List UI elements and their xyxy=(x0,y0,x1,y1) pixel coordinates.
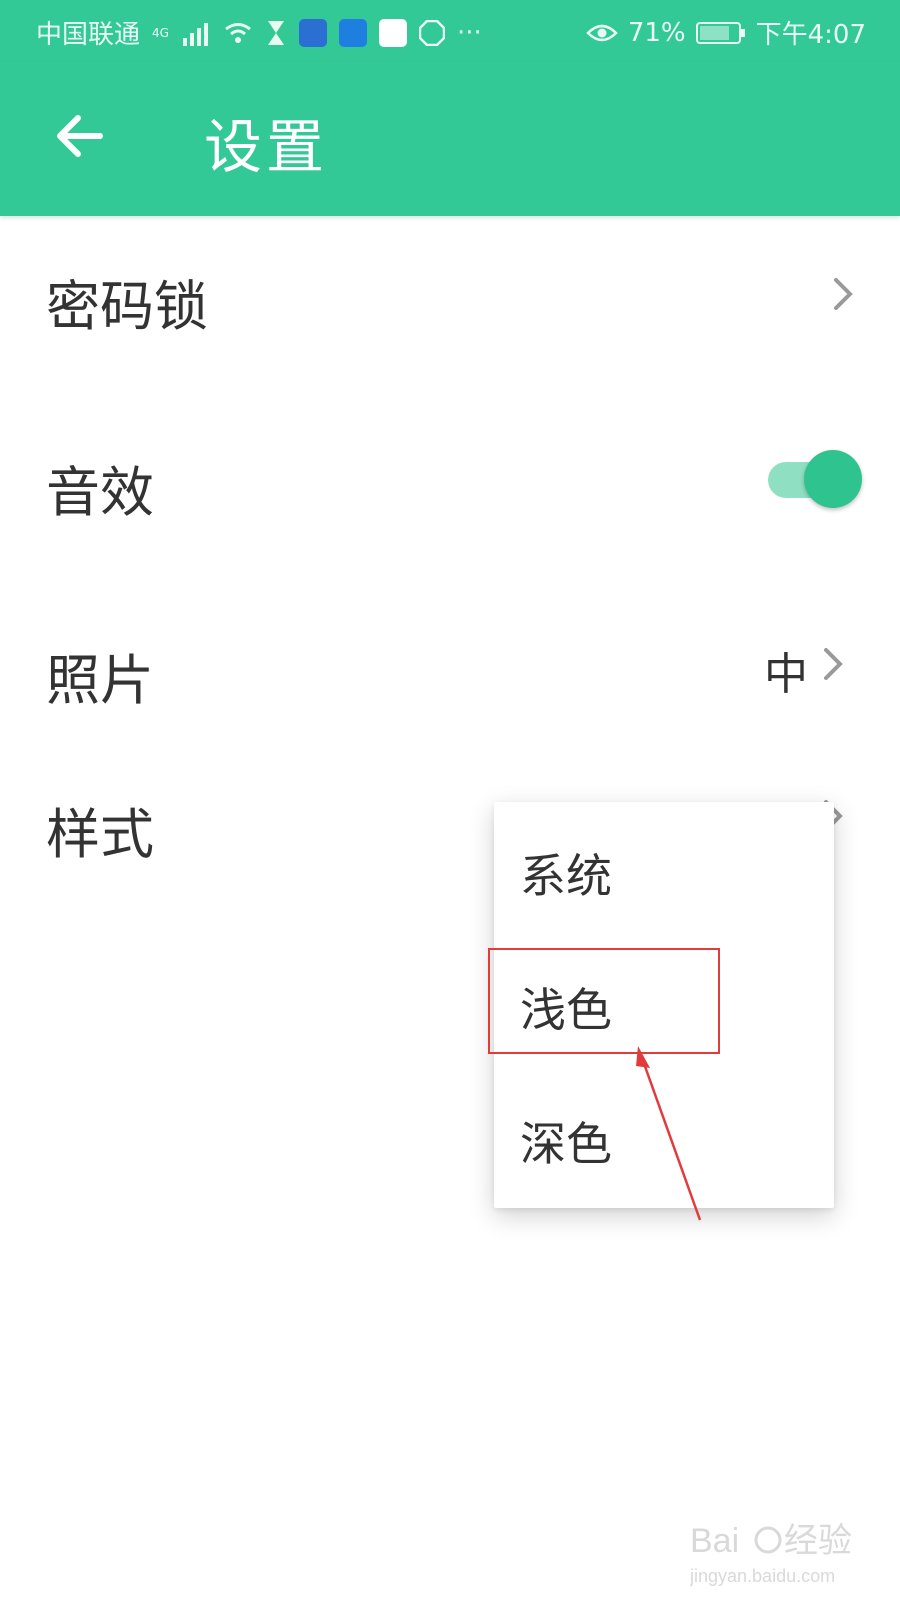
app-bar: 设置 xyxy=(0,62,900,216)
app-notification-icon xyxy=(338,18,367,47)
settings-item-label: 样式 xyxy=(46,803,154,866)
battery-percent: 71% xyxy=(627,17,686,48)
svg-text:经验: 经验 xyxy=(784,1522,852,1560)
wifi-icon xyxy=(225,22,251,43)
settings-item-photo[interactable]: 照片 中 xyxy=(0,600,900,730)
app-notification-icon xyxy=(378,18,407,47)
settings-item-sound-effects: 音效 xyxy=(0,412,900,542)
settings-item-label: 音效 xyxy=(46,461,154,524)
status-left: 中国联通 4G ··· xyxy=(36,14,482,51)
settings-item-password-lock[interactable]: 密码锁 xyxy=(0,226,900,356)
photo-quality-value: 中 xyxy=(764,649,808,700)
chevron-right-icon xyxy=(834,278,853,310)
settings-item-label: 密码锁 xyxy=(46,275,208,338)
menu-item-label: 深色 xyxy=(520,1117,612,1171)
toggle-knob xyxy=(804,450,862,508)
status-bar: 中国联通 4G ··· 71% 下午4:07 xyxy=(0,0,900,62)
sound-effects-toggle[interactable] xyxy=(768,450,862,508)
hourglass-icon xyxy=(267,20,284,45)
network-type: 4G xyxy=(152,25,169,40)
more-notifications: ··· xyxy=(456,17,482,48)
annotation-arrow-icon xyxy=(636,1046,702,1221)
chevron-right-icon xyxy=(824,648,843,680)
svg-text:jingyan.baidu.com: jingyan.baidu.com xyxy=(690,1566,835,1586)
annotation-highlight-box xyxy=(488,948,720,1054)
battery-icon xyxy=(695,21,745,44)
clock: 下午4:07 xyxy=(755,20,866,50)
app-notification-icon xyxy=(298,18,327,47)
eye-icon xyxy=(586,24,618,41)
settings-item-label: 照片 xyxy=(46,649,154,712)
menu-item-label: 系统 xyxy=(520,849,612,903)
menu-item-system[interactable]: 系统 xyxy=(494,802,834,934)
baidu-jingyan-watermark-icon: Bai 经验 jingyan.baidu.com xyxy=(690,1522,852,1586)
hand-icon xyxy=(418,19,445,46)
svg-text:Bai: Bai xyxy=(690,1522,739,1560)
page-title: 设置 xyxy=(204,113,329,181)
status-right: 71% 下午4:07 xyxy=(586,14,866,51)
back-arrow-icon[interactable] xyxy=(48,104,112,168)
carrier-label: 中国联通 xyxy=(36,20,141,50)
signal-icon xyxy=(182,22,208,46)
